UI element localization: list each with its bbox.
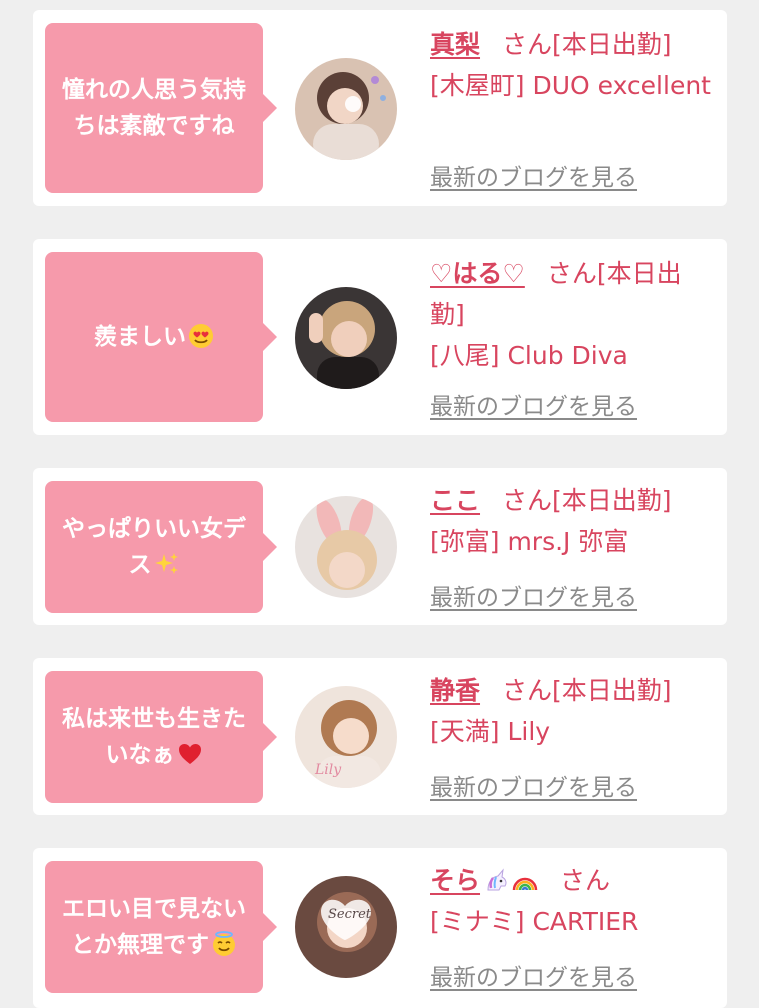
latest-blog-link[interactable]: 最新のブログを見る bbox=[430, 768, 637, 802]
shop-name: [弥富] mrs.J 弥富 bbox=[430, 527, 629, 556]
heart-eyes-emoji-icon bbox=[188, 323, 214, 349]
message-bubble: 憧れの人思う気持ちは素敵ですね bbox=[45, 23, 277, 193]
status-suffix: さん[本日出勤] bbox=[502, 676, 672, 705]
avatar[interactable] bbox=[295, 58, 397, 160]
list-item: 憧れの人思う気持ちは素敵ですね 真梨 さん[本日出勤] [木屋町] DUO exc… bbox=[33, 10, 727, 206]
status-suffix: さん[本日出勤] bbox=[502, 486, 672, 515]
sparkles-emoji-icon bbox=[154, 551, 180, 577]
profile-info: ここ さん[本日出勤] [弥富] mrs.J 弥富 bbox=[430, 480, 715, 562]
rainbow-emoji-icon bbox=[512, 868, 538, 894]
message-bubble: エロい目で見ないとか無理です bbox=[45, 861, 277, 993]
list-item: 羨ましい ♡はる♡ さん[本日出勤] [八尾] Club Diva 最新のブログを… bbox=[33, 239, 727, 435]
latest-blog-link[interactable]: 最新のブログを見る bbox=[430, 578, 637, 612]
svg-text:Secret: Secret bbox=[328, 907, 372, 922]
message-bubble: 私は来世も生きたいなぁ bbox=[45, 671, 277, 803]
girl-name-link[interactable]: そら bbox=[430, 866, 538, 895]
girl-name-link[interactable]: 静香 bbox=[430, 676, 480, 705]
message-text: やっぱりいい女デス bbox=[62, 516, 246, 578]
shop-name: [天満] Lily bbox=[430, 717, 551, 746]
latest-blog-link[interactable]: 最新のブログを見る bbox=[430, 158, 637, 192]
message-text: エロい目で見ないとか無理です bbox=[62, 896, 246, 958]
latest-blog-link[interactable]: 最新のブログを見る bbox=[430, 387, 637, 421]
avatar[interactable]: Lily bbox=[295, 686, 397, 788]
profile-info: そら さん [ミナミ] CARTIER bbox=[430, 860, 715, 942]
shop-name: [ミナミ] CARTIER bbox=[430, 907, 639, 936]
profile-info: 真梨 さん[本日出勤] [木屋町] DUO excellent bbox=[430, 24, 715, 106]
list-item: エロい目で見ないとか無理です Secret そら さん [ミナミ] CARTIER… bbox=[33, 848, 727, 1008]
message-text: 憧れの人思う気持ちは素敵ですね bbox=[62, 77, 246, 139]
message-bubble: 羨ましい bbox=[45, 252, 277, 422]
list-item: 私は来世も生きたいなぁ Lily 静香 さん[本日出勤] [天満] Lily 最新… bbox=[33, 658, 727, 815]
message-bubble: やっぱりいい女デス bbox=[45, 481, 277, 613]
girl-name-link[interactable]: ♡はる♡ bbox=[430, 259, 525, 288]
latest-blog-link[interactable]: 最新のブログを見る bbox=[430, 958, 637, 992]
girl-name-link[interactable]: ここ bbox=[430, 486, 480, 515]
message-text: 羨ましい bbox=[94, 319, 214, 355]
shop-name: [木屋町] DUO excellent bbox=[430, 71, 711, 100]
avatar[interactable] bbox=[295, 287, 397, 389]
halo-smile-emoji-icon bbox=[211, 931, 237, 957]
svg-text:Lily: Lily bbox=[314, 762, 342, 778]
profile-info: 静香 さん[本日出勤] [天満] Lily bbox=[430, 670, 715, 752]
profile-info: ♡はる♡ さん[本日出勤] [八尾] Club Diva bbox=[430, 253, 715, 376]
list-item: やっぱりいい女デス ここ さん[本日出勤] [弥富] mrs.J 弥富 最新のブロ… bbox=[33, 468, 727, 625]
message-text: 私は来世も生きたいなぁ bbox=[62, 706, 246, 768]
avatar[interactable] bbox=[295, 496, 397, 598]
red-heart-emoji-icon bbox=[177, 741, 203, 767]
avatar[interactable]: Secret bbox=[295, 876, 397, 978]
girl-name-link[interactable]: 真梨 bbox=[430, 30, 480, 59]
shop-name: [八尾] Club Diva bbox=[430, 341, 628, 370]
reply-list: 憧れの人思う気持ちは素敵ですね 真梨 さん[本日出勤] [木屋町] DUO exc… bbox=[0, 0, 759, 1008]
status-suffix: さん[本日出勤] bbox=[502, 30, 672, 59]
status-suffix: さん bbox=[560, 866, 611, 895]
unicorn-emoji-icon bbox=[484, 868, 510, 894]
